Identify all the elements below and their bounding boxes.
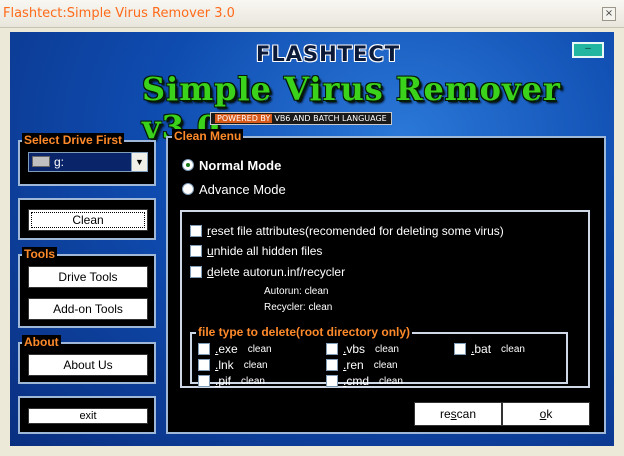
about-panel: About About Us [18,335,156,384]
brand-logo: FLASHTECT [256,42,401,66]
checkbox-icon [190,225,202,237]
clean-button[interactable]: Clean [28,209,148,231]
filetype-bat-status: clean [501,344,525,355]
minimize-button[interactable]: – [572,42,604,58]
clean-menu-panel: Clean Menu Normal Mode Advance Mode rese… [166,129,606,434]
advance-mode-radio[interactable]: Advance Mode [182,182,286,197]
ok-button[interactable]: ok [502,402,590,426]
drive-icon [32,156,50,167]
drive-select-caption: Select Drive First [22,133,125,147]
unhide-files-checkbox[interactable]: unhide all hidden files [190,244,322,258]
filetype-vbs-status: clean [375,344,399,355]
exit-panel: exit [18,396,156,434]
filetype-pif-status: clean [241,376,265,387]
normal-mode-radio[interactable]: Normal Mode [182,158,281,173]
radio-icon [182,183,194,195]
tools-panel: Tools Drive Tools Add-on Tools [18,247,156,328]
rescan-button[interactable]: rescan [414,402,502,426]
filetype-ren-checkbox[interactable]: .ren clean [326,358,398,372]
drive-select-panel: Select Drive First g: ▼ [18,133,156,186]
filetype-pif-checkbox[interactable]: .pif clean [198,374,265,388]
clean-menu-caption: Clean Menu [172,129,244,143]
chevron-down-icon[interactable]: ▼ [131,153,147,171]
radio-selected-icon [182,159,194,171]
close-icon[interactable]: × [602,7,616,21]
filetype-cmd-status: clean [379,376,403,387]
addon-tools-button[interactable]: Add-on Tools [28,298,148,320]
filetype-exe-checkbox[interactable]: .exe clean [198,342,272,356]
file-type-caption: file type to delete(root directory only) [196,325,413,339]
reset-attributes-checkbox[interactable]: reset file attributes(recomended for del… [190,224,504,238]
filetype-lnk-checkbox[interactable]: .lnk clean [198,358,268,372]
checkbox-icon [190,266,202,278]
powered-by-banner: POWERED BY VB6 AND BATCH LANGUAGE [210,112,392,125]
drive-tools-button[interactable]: Drive Tools [28,266,148,288]
autorun-status: Autorun: clean [264,286,329,297]
delete-autorun-checkbox[interactable]: delete autorun.inf/recycler [190,265,345,279]
filetype-cmd-checkbox[interactable]: .cmd clean [326,374,403,388]
filetype-bat-checkbox[interactable]: .bat clean [454,342,525,356]
drive-select-value: g: [54,155,65,169]
filetype-exe-status: clean [247,344,272,355]
drive-select-dropdown[interactable]: g: ▼ [28,152,148,172]
tools-caption: Tools [22,247,58,261]
options-box: reset file attributes(recomended for del… [180,210,590,388]
filetype-ren-status: clean [373,360,398,371]
filetype-vbs-checkbox[interactable]: .vbs clean [326,342,399,356]
title-bar[interactable]: Flashtect:Simple Virus Remover 3.0 × [0,0,624,28]
about-caption: About [22,335,61,349]
about-us-button[interactable]: About Us [28,354,148,376]
exit-button[interactable]: exit [28,408,148,424]
recycler-status: Recycler: clean [264,302,333,313]
main-window: FLASHTECT Simple Virus Remover v3.0 POWE… [10,32,614,446]
clean-panel: Clean [18,198,156,240]
filetype-lnk-status: clean [243,360,268,371]
file-type-box: file type to delete(root directory only)… [190,325,568,388]
checkbox-icon [190,245,202,257]
window-title: Flashtect:Simple Virus Remover 3.0 [3,6,235,21]
